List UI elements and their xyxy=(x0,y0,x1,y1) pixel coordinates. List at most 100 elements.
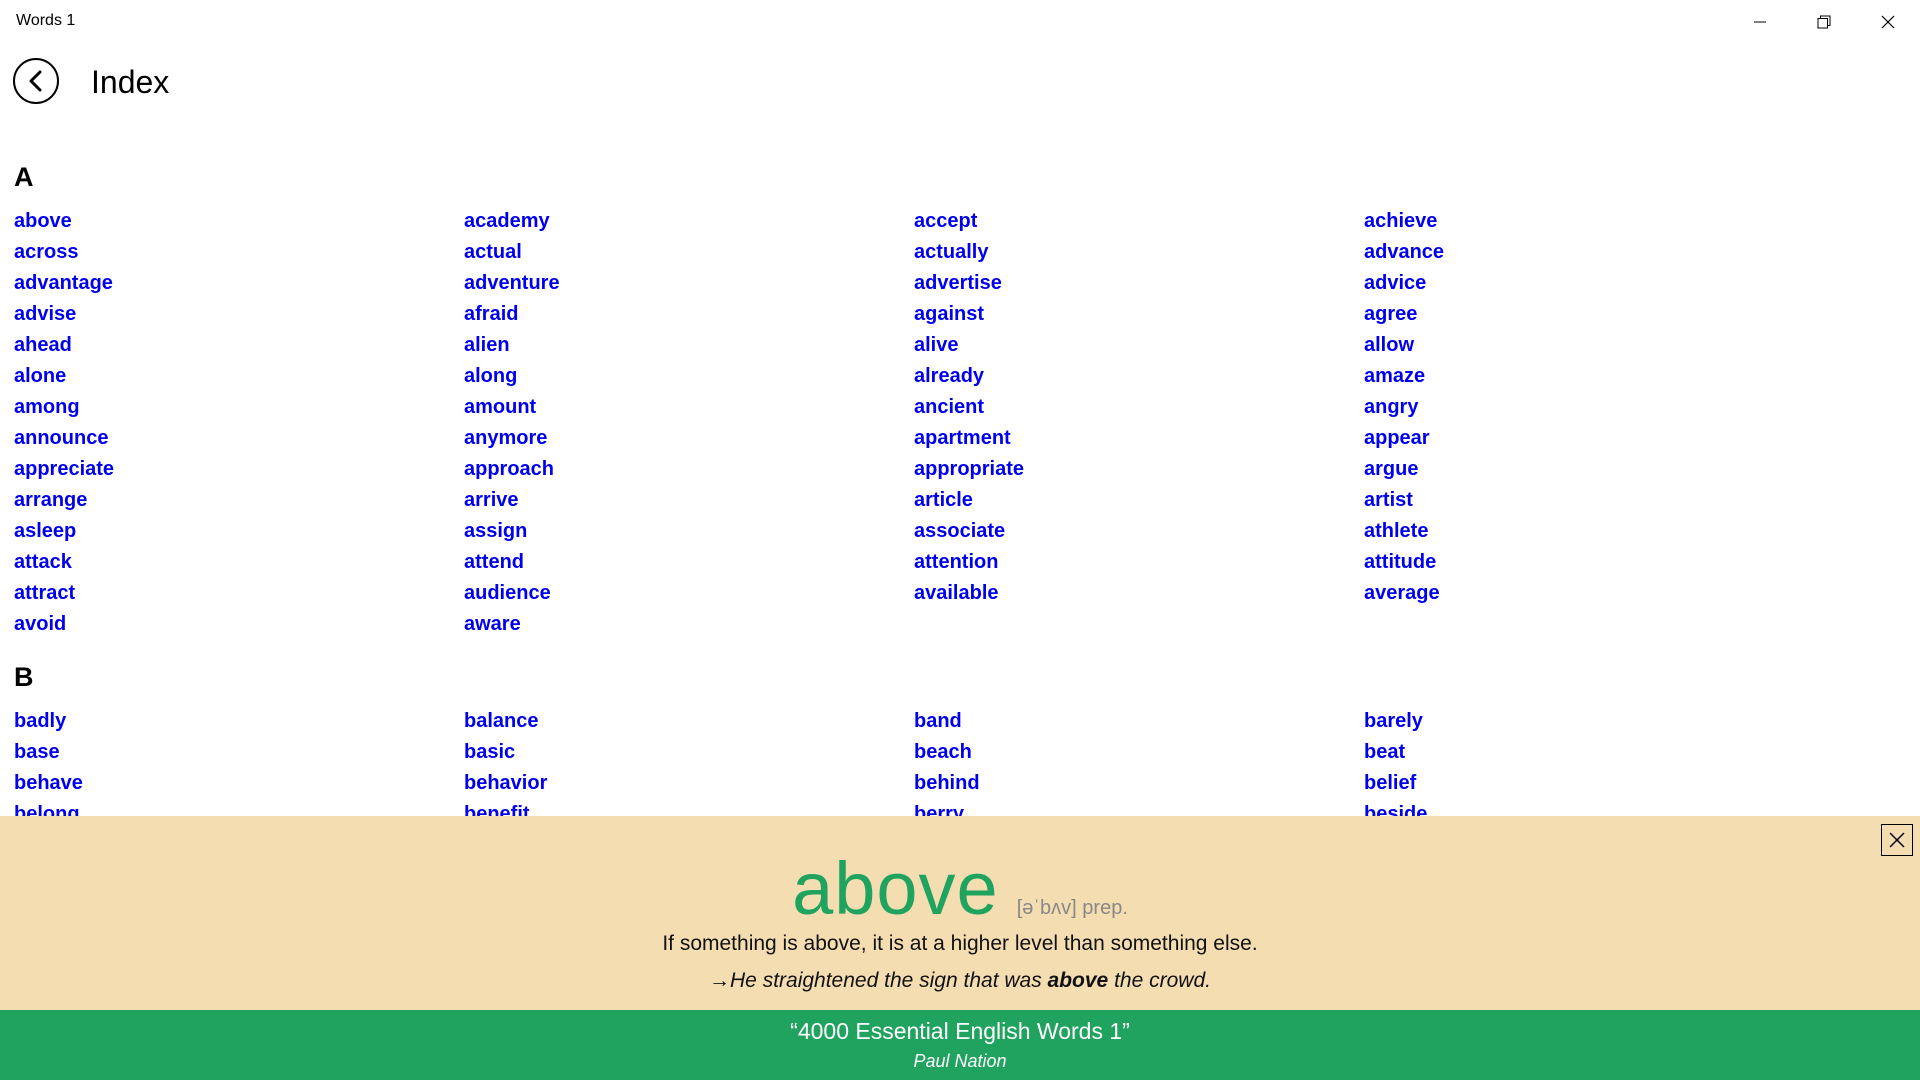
word-link[interactable]: announce xyxy=(14,423,464,454)
example-text-pre: He straightened the sign that was xyxy=(730,969,1048,992)
word-grid: above across advantage advise ahead alon… xyxy=(14,206,1920,640)
word-link[interactable]: against xyxy=(914,299,1364,330)
word-link[interactable]: ahead xyxy=(14,330,464,361)
word-link[interactable]: audience xyxy=(464,578,914,609)
word-link[interactable]: asleep xyxy=(14,516,464,547)
word-link[interactable]: balance xyxy=(464,706,914,737)
word-link[interactable]: along xyxy=(464,361,914,392)
word-link[interactable]: accept xyxy=(914,206,1364,237)
minimize-button[interactable] xyxy=(1728,0,1792,44)
word-link[interactable]: above xyxy=(14,206,464,237)
arrow-right-icon: → xyxy=(709,969,731,992)
word-link[interactable]: arrange xyxy=(14,485,464,516)
word-link[interactable]: academy xyxy=(464,206,914,237)
word-link[interactable]: advice xyxy=(1364,268,1814,299)
word-column: achieve advance advice agree allow amaze… xyxy=(1364,206,1814,640)
word-link[interactable]: avoid xyxy=(14,609,464,640)
word-link[interactable]: argue xyxy=(1364,454,1814,485)
word-link[interactable]: actually xyxy=(914,237,1364,268)
word-link[interactable]: across xyxy=(14,237,464,268)
word-link[interactable]: allow xyxy=(1364,330,1814,361)
word-link[interactable]: attention xyxy=(914,547,1364,578)
app-title: Words 1 xyxy=(16,12,76,29)
word-link[interactable]: attend xyxy=(464,547,914,578)
book-author: Paul Nation xyxy=(913,1051,1007,1071)
word-link[interactable]: attitude xyxy=(1364,547,1814,578)
word-link[interactable]: belief xyxy=(1364,768,1814,799)
definition-example: →He straightened the sign that was above… xyxy=(0,969,1920,993)
word-link[interactable]: berry xyxy=(914,799,1364,816)
word-link[interactable]: article xyxy=(914,485,1364,516)
window-controls xyxy=(1728,0,1920,44)
section-b: B badly base behave belong balance basic… xyxy=(0,662,1920,816)
word-column: balance basic behavior benefit xyxy=(464,706,914,816)
word-link[interactable]: anymore xyxy=(464,423,914,454)
word-link[interactable]: behavior xyxy=(464,768,914,799)
word-link[interactable]: basic xyxy=(464,737,914,768)
close-window-button[interactable] xyxy=(1856,0,1920,44)
word-link[interactable]: beach xyxy=(914,737,1364,768)
word-link[interactable]: beside xyxy=(1364,799,1814,816)
word-link[interactable]: arrive xyxy=(464,485,914,516)
word-link[interactable]: apartment xyxy=(914,423,1364,454)
definition-panel: above [əˈbʌv] prep. If something is above… xyxy=(0,816,1920,1010)
book-footer: “4000 Essential English Words 1” Paul Na… xyxy=(0,1010,1920,1080)
restore-icon xyxy=(1817,15,1831,29)
word-link[interactable]: actual xyxy=(464,237,914,268)
word-link[interactable]: appropriate xyxy=(914,454,1364,485)
word-link[interactable]: aware xyxy=(464,609,914,640)
restore-button[interactable] xyxy=(1792,0,1856,44)
word-link[interactable]: angry xyxy=(1364,392,1814,423)
word-link[interactable]: advantage xyxy=(14,268,464,299)
word-link[interactable]: appreciate xyxy=(14,454,464,485)
word-link[interactable]: athlete xyxy=(1364,516,1814,547)
word-column: barely beat belief beside xyxy=(1364,706,1814,816)
word-link[interactable]: available xyxy=(914,578,1364,609)
section-letter: A xyxy=(14,162,34,192)
word-link[interactable]: attack xyxy=(14,547,464,578)
word-index: A above across advantage advise ahead al… xyxy=(0,140,1920,816)
definition-meaning: If something is above, it is at a higher… xyxy=(662,932,1258,955)
page-header: Index xyxy=(0,52,1920,116)
word-link[interactable]: afraid xyxy=(464,299,914,330)
word-link[interactable]: approach xyxy=(464,454,914,485)
word-link[interactable]: advertise xyxy=(914,268,1364,299)
word-column: above across advantage advise ahead alon… xyxy=(14,206,464,640)
word-link[interactable]: artist xyxy=(1364,485,1814,516)
word-link[interactable]: agree xyxy=(1364,299,1814,330)
word-link[interactable]: appear xyxy=(1364,423,1814,454)
word-link[interactable]: average xyxy=(1364,578,1814,609)
word-link[interactable]: attract xyxy=(14,578,464,609)
word-link[interactable]: behind xyxy=(914,768,1364,799)
word-link[interactable]: barely xyxy=(1364,706,1814,737)
word-link[interactable]: advance xyxy=(1364,237,1814,268)
word-link[interactable]: amount xyxy=(464,392,914,423)
word-link[interactable]: alien xyxy=(464,330,914,361)
word-column: accept actually advertise against alive … xyxy=(914,206,1364,640)
word-link[interactable]: among xyxy=(14,392,464,423)
definition-pronunciation: [əˈbʌv] prep. xyxy=(1016,897,1128,919)
word-link[interactable]: associate xyxy=(914,516,1364,547)
word-link[interactable]: assign xyxy=(464,516,914,547)
word-link[interactable]: benefit xyxy=(464,799,914,816)
word-link[interactable]: band xyxy=(914,706,1364,737)
word-link[interactable]: amaze xyxy=(1364,361,1814,392)
word-link[interactable]: behave xyxy=(14,768,464,799)
word-link[interactable]: achieve xyxy=(1364,206,1814,237)
definition-word: above xyxy=(792,847,999,930)
example-text-post: the crowd. xyxy=(1108,969,1211,992)
word-link[interactable]: beat xyxy=(1364,737,1814,768)
section-a: A above across advantage advise ahead al… xyxy=(0,162,1920,640)
word-link[interactable]: badly xyxy=(14,706,464,737)
word-link[interactable]: already xyxy=(914,361,1364,392)
word-column: badly base behave belong xyxy=(14,706,464,816)
word-link[interactable]: alone xyxy=(14,361,464,392)
word-link[interactable]: ancient xyxy=(914,392,1364,423)
back-button[interactable] xyxy=(13,58,59,104)
word-link[interactable]: base xyxy=(14,737,464,768)
example-text-bold: above xyxy=(1047,969,1109,992)
word-link[interactable]: belong xyxy=(14,799,464,816)
word-link[interactable]: adventure xyxy=(464,268,914,299)
word-link[interactable]: advise xyxy=(14,299,464,330)
word-link[interactable]: alive xyxy=(914,330,1364,361)
